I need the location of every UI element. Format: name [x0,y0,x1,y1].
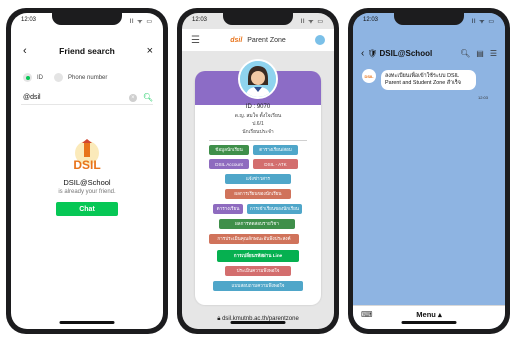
menu-button-dsil-account[interactable]: DSIL Account [209,159,249,169]
clear-icon[interactable]: × [128,93,137,102]
radio-id-label: ID [37,74,43,81]
status-time: 12:03 [192,17,208,23]
home-indicator[interactable] [401,321,457,324]
official-shield-icon: 🛡︎ [367,48,378,58]
divider [209,140,307,141]
menu-button-grades[interactable]: ผลการเรียนของนักเรียน [225,189,291,199]
friend-search-screen: 12:03 ll ᯤ ▭ ‹ Friend search × ID Phone … [11,13,163,329]
chat-header: ‹ 🛡︎ DSIL@School 🔍︎ ▤ ☰ [353,46,505,60]
parent-zone-header: ☰ dsil Parent Zone [182,29,334,51]
note-icon[interactable]: ▤ [476,49,484,58]
menu-button-student-info[interactable]: ข้อมูลนักเรียน [209,145,249,155]
user-avatar-icon[interactable] [314,34,326,46]
search-input[interactable]: @dsil × 🔍︎ [21,91,153,105]
phone-parent-zone: 12:03 ll ᯤ ▭ ☰ dsil Parent Zone ID: 907… [177,8,339,334]
result-name: DSIL@School [63,178,111,187]
friend-search-header: ‹ Friend search × [11,43,163,59]
student-avatar-icon [240,61,276,97]
menu-button-satisfaction[interactable]: ประเมินความพึงพอใจ [225,266,291,276]
chat-title: DSIL@School [379,48,433,58]
zone-title: Parent Zone [247,36,286,44]
home-indicator[interactable] [59,321,115,324]
menu-toggle[interactable]: Menu ▴ [353,310,505,319]
logo-text: DSIL [73,158,100,172]
menu-button-news[interactable]: แจ้งข่าวสาร [225,174,291,184]
chat-button[interactable]: Chat [56,202,118,216]
menu-icon[interactable]: ☰ [490,49,497,58]
status-time: 12:03 [363,17,379,23]
message-time: 12:03 [478,95,489,100]
student-type: นักเรียนประจำ [242,129,274,135]
screenshot-collage: 12:03 ll ᯤ ▭ ‹ Friend search × ID Phone … [0,0,516,340]
status-icons: ll ᯤ ▭ [300,19,324,25]
menu-button-schedule-exam[interactable]: ตารางเรียน/สอบ [253,145,298,155]
search-icon[interactable]: 🔍︎ [143,93,153,102]
search-icon[interactable]: 🔍︎ [460,49,470,58]
back-icon[interactable]: ‹ [361,48,364,59]
bot-avatar[interactable]: DSIL [362,69,376,83]
menu-button-attribute-assessment[interactable]: การประเมินคุณลักษณะอันพึงประสงค์ [209,234,299,244]
chat-screen: 12:03 ll ᯤ ▭ ‹ 🛡︎ DSIL@School 🔍︎ ▤ ☰ DSI… [353,13,505,329]
radio-phone-label: Phone number [68,74,108,81]
search-value[interactable]: @dsil [21,94,129,101]
search-type-radios: ID Phone number [23,73,107,82]
rich-menu-bar[interactable]: ⌨ Menu ▴ [353,305,505,329]
student-class: ป.6/1 [252,121,264,127]
menu-button-subject-test[interactable]: ผลการทดสอบรายวิชา [219,219,295,229]
status-bar: 12:03 ll ᯤ ▭ [363,17,495,27]
dsil-logo: DSIL [73,139,101,172]
status-icons: ll ᯤ ▭ [129,19,153,25]
student-id: ID : 9070 [245,104,271,110]
radio-phone[interactable] [54,73,63,82]
message-bubble: ลงทะเบียนเพื่อเข้าใช้ระบบ DSIL Parent an… [381,70,476,90]
brand-logo: dsil [230,36,243,44]
student-name: ด.ญ. สมใจ ตั้งใจเรียน [234,113,282,119]
lock-icon: 🔒︎ [217,316,221,322]
menu-button-line-password[interactable]: การเปลี่ยนรหัสผ่าน Line [217,250,299,262]
page-title: Friend search [59,46,115,56]
back-icon[interactable]: ‹ [23,45,27,57]
status-bar: 12:03 ll ᯤ ▭ [192,17,324,27]
status-icons: ll ᯤ ▭ [471,19,495,25]
header-icons: 🔍︎ ▤ ☰ [460,49,497,58]
status-time: 12:03 [21,17,37,23]
menu-button-survey[interactable]: แบบสอบถามความพึงพอใจ [213,281,303,291]
student-avatar [238,59,278,99]
menu-button-attendance[interactable]: การเข้าเรียนของนักเรียน [247,204,302,214]
menu-button-dsil-atk[interactable]: DSIL - ATK [253,159,298,169]
phone-friend-search: 12:03 ll ᯤ ▭ ‹ Friend search × ID Phone … [6,8,168,334]
status-bar: 12:03 ll ᯤ ▭ [21,17,153,27]
home-indicator[interactable] [230,321,286,324]
phone-line-chat: 12:03 ll ᯤ ▭ ‹ 🛡︎ DSIL@School 🔍︎ ▤ ☰ DSI… [348,8,510,334]
parent-zone-screen: 12:03 ll ᯤ ▭ ☰ dsil Parent Zone ID: 907… [182,13,334,329]
hamburger-menu-icon[interactable]: ☰ [191,35,200,46]
radio-id[interactable] [23,73,32,82]
menu-button-timetable[interactable]: ตารางเรียน [213,204,243,214]
close-icon[interactable]: × [147,45,153,57]
result-subtitle: is already your friend. [58,189,116,195]
